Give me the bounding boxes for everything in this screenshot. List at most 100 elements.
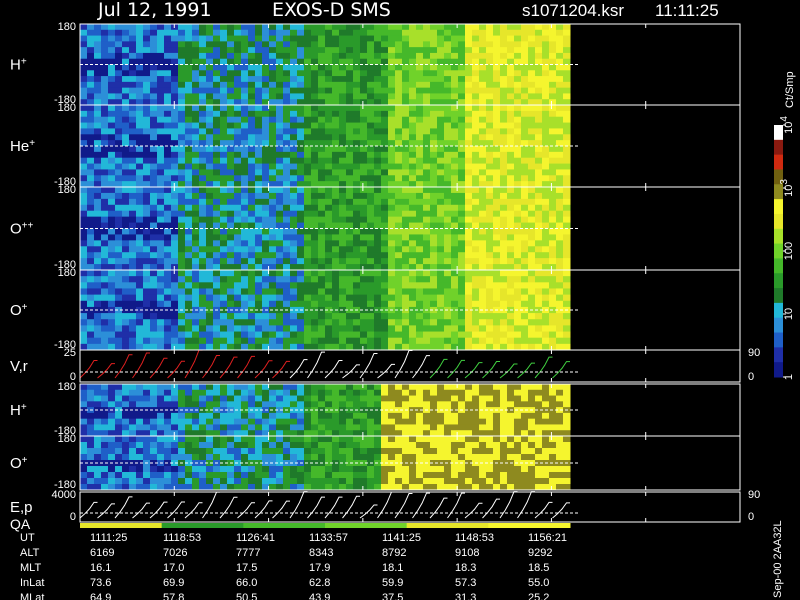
step-segment bbox=[167, 360, 185, 379]
heat-cell bbox=[430, 146, 438, 153]
heat-cell bbox=[108, 157, 116, 165]
heat-cell bbox=[129, 466, 137, 473]
heat-cell bbox=[458, 134, 466, 141]
heat-cell bbox=[311, 93, 319, 100]
heat-cell bbox=[367, 128, 375, 135]
heat-cell bbox=[122, 294, 130, 302]
heat-cell bbox=[465, 93, 473, 100]
heat-cell bbox=[262, 401, 270, 408]
heat-cell bbox=[346, 105, 354, 112]
heat-cell bbox=[122, 41, 130, 48]
heat-cell bbox=[192, 70, 200, 77]
heat-cell bbox=[206, 418, 214, 425]
heat-cell bbox=[304, 294, 312, 302]
heat-cell bbox=[346, 210, 354, 218]
heat-cell bbox=[542, 216, 550, 224]
heat-cell bbox=[206, 472, 214, 479]
heat-cell bbox=[269, 418, 277, 425]
heat-cell bbox=[178, 319, 186, 326]
heat-cell bbox=[409, 169, 417, 176]
heat-cell bbox=[458, 110, 466, 118]
heat-cell bbox=[528, 24, 536, 31]
heat-cell bbox=[521, 412, 529, 420]
heat-cell bbox=[402, 87, 410, 94]
heat-cell bbox=[339, 24, 347, 31]
heat-cell bbox=[269, 81, 277, 89]
heat-cell bbox=[150, 64, 158, 71]
heat-cell bbox=[318, 337, 326, 345]
heat-cell bbox=[234, 331, 242, 339]
heat-cell bbox=[360, 187, 368, 194]
heat-cell bbox=[241, 87, 249, 94]
heat-cell bbox=[178, 216, 186, 224]
heat-cell bbox=[290, 436, 298, 443]
heat-cell bbox=[493, 93, 501, 100]
heat-cell bbox=[500, 29, 508, 37]
heat-cell bbox=[164, 41, 172, 48]
heat-cell bbox=[290, 151, 298, 159]
heat-cell bbox=[150, 157, 158, 165]
heat-cell bbox=[388, 424, 396, 431]
heat-cell bbox=[367, 395, 375, 402]
heat-cell bbox=[297, 454, 305, 461]
heat-cell bbox=[150, 234, 158, 241]
heat-cell bbox=[241, 436, 249, 443]
heat-cell bbox=[367, 325, 375, 333]
heat-cell bbox=[325, 466, 333, 473]
heat-cell bbox=[381, 163, 389, 170]
heat-cell bbox=[332, 442, 340, 449]
heat-cell bbox=[136, 442, 144, 449]
heat-cell bbox=[465, 276, 473, 283]
heat-cell bbox=[535, 252, 543, 259]
heat-cell bbox=[465, 192, 473, 200]
heat-cell bbox=[507, 216, 515, 224]
step-segment bbox=[342, 364, 360, 379]
heat-cell bbox=[374, 270, 382, 277]
heat-cell bbox=[192, 175, 200, 182]
heat-cell bbox=[444, 128, 452, 135]
heat-cell bbox=[178, 300, 186, 308]
heat-cell bbox=[206, 240, 214, 247]
heat-cell bbox=[416, 424, 424, 431]
heat-cell bbox=[430, 52, 438, 60]
heat-cell bbox=[549, 110, 557, 118]
heat-cell bbox=[101, 192, 109, 200]
heat-cell bbox=[360, 52, 368, 60]
heat-cell bbox=[549, 187, 557, 194]
heat-cell bbox=[136, 146, 144, 153]
heat-cell bbox=[542, 157, 550, 165]
heat-cell bbox=[479, 134, 487, 141]
heat-cell bbox=[451, 252, 459, 259]
heat-cell bbox=[472, 81, 480, 89]
heat-cell bbox=[108, 246, 116, 253]
heat-cell bbox=[297, 29, 305, 37]
heat-cell bbox=[528, 116, 536, 124]
heat-cell bbox=[507, 389, 515, 397]
heat-cell bbox=[423, 389, 431, 397]
heat-cell bbox=[395, 76, 403, 83]
heat-cell bbox=[451, 424, 459, 431]
heat-cell bbox=[178, 466, 186, 473]
heat-cell bbox=[143, 210, 151, 218]
heat-cell bbox=[367, 87, 375, 94]
heat-cell bbox=[542, 41, 550, 48]
heat-cell bbox=[430, 87, 438, 94]
heat-cell bbox=[213, 204, 221, 212]
heat-cell bbox=[192, 337, 200, 345]
heat-cell bbox=[563, 282, 571, 289]
heat-cell bbox=[178, 270, 186, 277]
heat-cell bbox=[157, 157, 165, 165]
heat-cell bbox=[150, 24, 158, 31]
heat-cell bbox=[185, 29, 193, 37]
heat-cell bbox=[339, 146, 347, 153]
heat-cell bbox=[227, 192, 235, 200]
heat-cell bbox=[178, 70, 186, 77]
heat-cell bbox=[255, 116, 263, 124]
heat-cell bbox=[213, 175, 221, 182]
heat-cell bbox=[304, 105, 312, 112]
heat-cell bbox=[206, 300, 214, 308]
heat-cell bbox=[108, 29, 116, 37]
heat-cell bbox=[185, 395, 193, 402]
heat-cell bbox=[563, 325, 571, 333]
heat-cell bbox=[360, 412, 368, 420]
